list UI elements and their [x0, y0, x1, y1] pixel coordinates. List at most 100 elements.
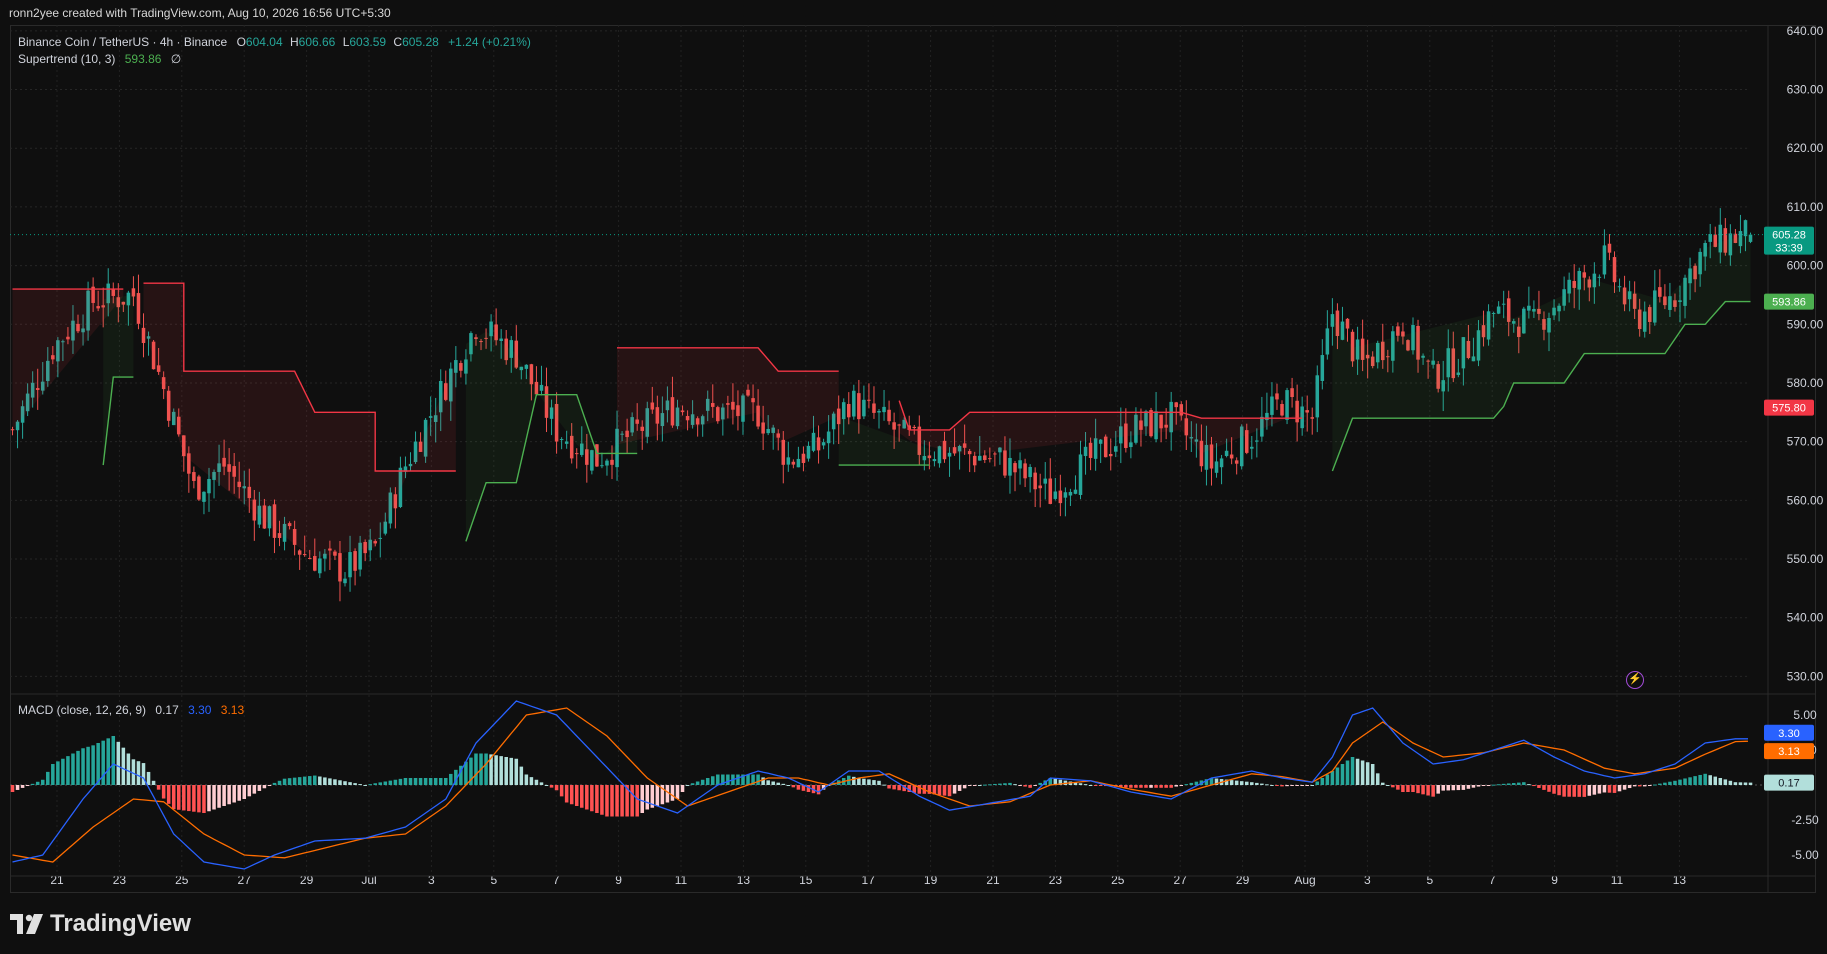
price-tick-label: 590.00: [1787, 317, 1824, 331]
candle: [348, 552, 352, 578]
macd-histogram-bar: [474, 753, 478, 785]
macd-histogram-bar: [1144, 785, 1148, 788]
macd-histogram-bar: [736, 774, 740, 785]
candle: [1013, 463, 1017, 473]
macd-histogram-bar: [705, 778, 710, 785]
macd-histogram-bar: [620, 785, 624, 817]
macd-histogram-bar: [51, 764, 55, 785]
macd-histogram-bar: [1028, 785, 1032, 788]
macd-histogram-bar: [1310, 785, 1315, 786]
candle: [1053, 491, 1058, 499]
macd-histogram-bar: [10, 785, 15, 792]
candle: [887, 409, 891, 422]
macd-histogram-bar: [1511, 783, 1516, 785]
candle: [1129, 442, 1133, 448]
candle: [1008, 457, 1012, 476]
candle: [1285, 390, 1289, 420]
lightning-icon[interactable]: ⚡: [1626, 671, 1644, 689]
macd-histogram-bar: [1617, 785, 1622, 792]
macd-histogram-bar: [1481, 785, 1486, 786]
tradingview-logo[interactable]: TradingView: [10, 910, 191, 938]
macd-histogram-bar: [1612, 785, 1617, 793]
candle: [1068, 491, 1073, 496]
macd-histogram-bar: [262, 785, 267, 789]
candle: [791, 461, 796, 465]
supertrend-fill: [1332, 234, 1751, 471]
macd-histogram-bar: [318, 776, 322, 785]
candle: [796, 458, 801, 468]
candle: [499, 338, 503, 342]
macd-histogram-bar: [1244, 781, 1249, 785]
date-tick-label: 29: [1236, 873, 1250, 887]
macd-histogram-bar: [1169, 785, 1173, 788]
candle: [1496, 306, 1501, 314]
candle: [811, 432, 816, 451]
macd-histogram-bar: [136, 761, 141, 785]
candle: [1229, 454, 1234, 459]
date-tick-label: 3: [428, 873, 435, 887]
chart-canvas[interactable]: 640.00 630.00 620.00 610.00 600.00 590.00 580.…: [0, 0, 1827, 954]
macd-histogram-bar: [1260, 783, 1264, 785]
macd-histogram-bar: [1270, 785, 1274, 786]
macd-legend[interactable]: MACD (close, 12, 26, 9) 0.17 3.30 3.13: [18, 703, 244, 717]
candle: [1617, 286, 1622, 288]
macd-histogram-bar: [207, 785, 211, 812]
macd-histogram-bar: [46, 771, 50, 785]
price-tick-label: 560.00: [1787, 493, 1824, 507]
macd-histogram-bar: [1325, 774, 1330, 785]
macd-histogram-bar: [433, 778, 438, 785]
candle: [1108, 454, 1113, 457]
macd-histogram-bar: [1159, 785, 1163, 788]
macd-histogram-bar: [1396, 785, 1400, 790]
candle: [1607, 243, 1612, 253]
candle: [821, 442, 826, 446]
last-price-tag-text: 33:39: [1775, 243, 1803, 255]
supertrend-fill: [617, 347, 839, 445]
date-tick-label: 17: [862, 873, 876, 887]
candle: [197, 476, 201, 500]
macd-histogram-bar: [252, 785, 257, 794]
symbol-title[interactable]: Binance Coin / TetherUS · 4h · Binance: [18, 35, 227, 49]
candle: [1315, 375, 1320, 418]
candle: [1275, 393, 1279, 400]
macd-histogram-bar: [1401, 785, 1405, 792]
macd-histogram-bar: [1436, 785, 1440, 794]
candle: [1527, 305, 1531, 311]
macd-signal-tag-text: 3.13: [1778, 746, 1799, 758]
candle: [428, 416, 433, 418]
macd-histogram-bar: [1426, 785, 1430, 796]
candle: [192, 472, 196, 481]
candle: [816, 437, 821, 451]
candle: [867, 399, 871, 401]
price-tick-label: 570.00: [1787, 435, 1824, 449]
supertrend-value: 593.86: [124, 52, 162, 66]
macd-histogram-bar: [1234, 780, 1239, 785]
macd-histogram-bar: [983, 784, 987, 786]
low-value: 603.59: [349, 35, 387, 49]
candle: [494, 324, 498, 341]
macd-histogram-bar: [408, 778, 413, 785]
macd-histogram-bar: [1229, 780, 1234, 785]
macd-histogram-bar: [1597, 785, 1602, 794]
candle: [313, 556, 317, 571]
supertrend-legend[interactable]: Supertrend (10, 3) 593.86 ∅: [18, 52, 181, 66]
candle: [559, 439, 564, 441]
macd-histogram-bar: [212, 785, 216, 810]
macd-histogram-bar: [1517, 782, 1521, 785]
macd-histogram-bar: [539, 782, 544, 785]
macd-histogram-bar: [877, 780, 881, 785]
macd-histogram-bar: [1572, 785, 1576, 797]
macd-histogram-bar: [111, 736, 116, 785]
date-tick-label: 21: [50, 873, 64, 887]
macd-histogram-bar: [1562, 785, 1566, 797]
macd-histogram-bar: [1194, 781, 1199, 785]
macd-histogram-bar: [549, 785, 554, 788]
macd-histogram-bar: [615, 785, 619, 817]
macd-histogram-bar: [333, 779, 337, 785]
macd-histogram-bar: [595, 785, 599, 813]
macd-histogram-bar: [388, 780, 393, 785]
macd-histogram-bar: [1683, 778, 1687, 785]
macd-histogram-bar: [323, 777, 327, 785]
macd-histogram-bar: [1703, 773, 1707, 785]
macd-histogram-bar: [1280, 785, 1284, 787]
